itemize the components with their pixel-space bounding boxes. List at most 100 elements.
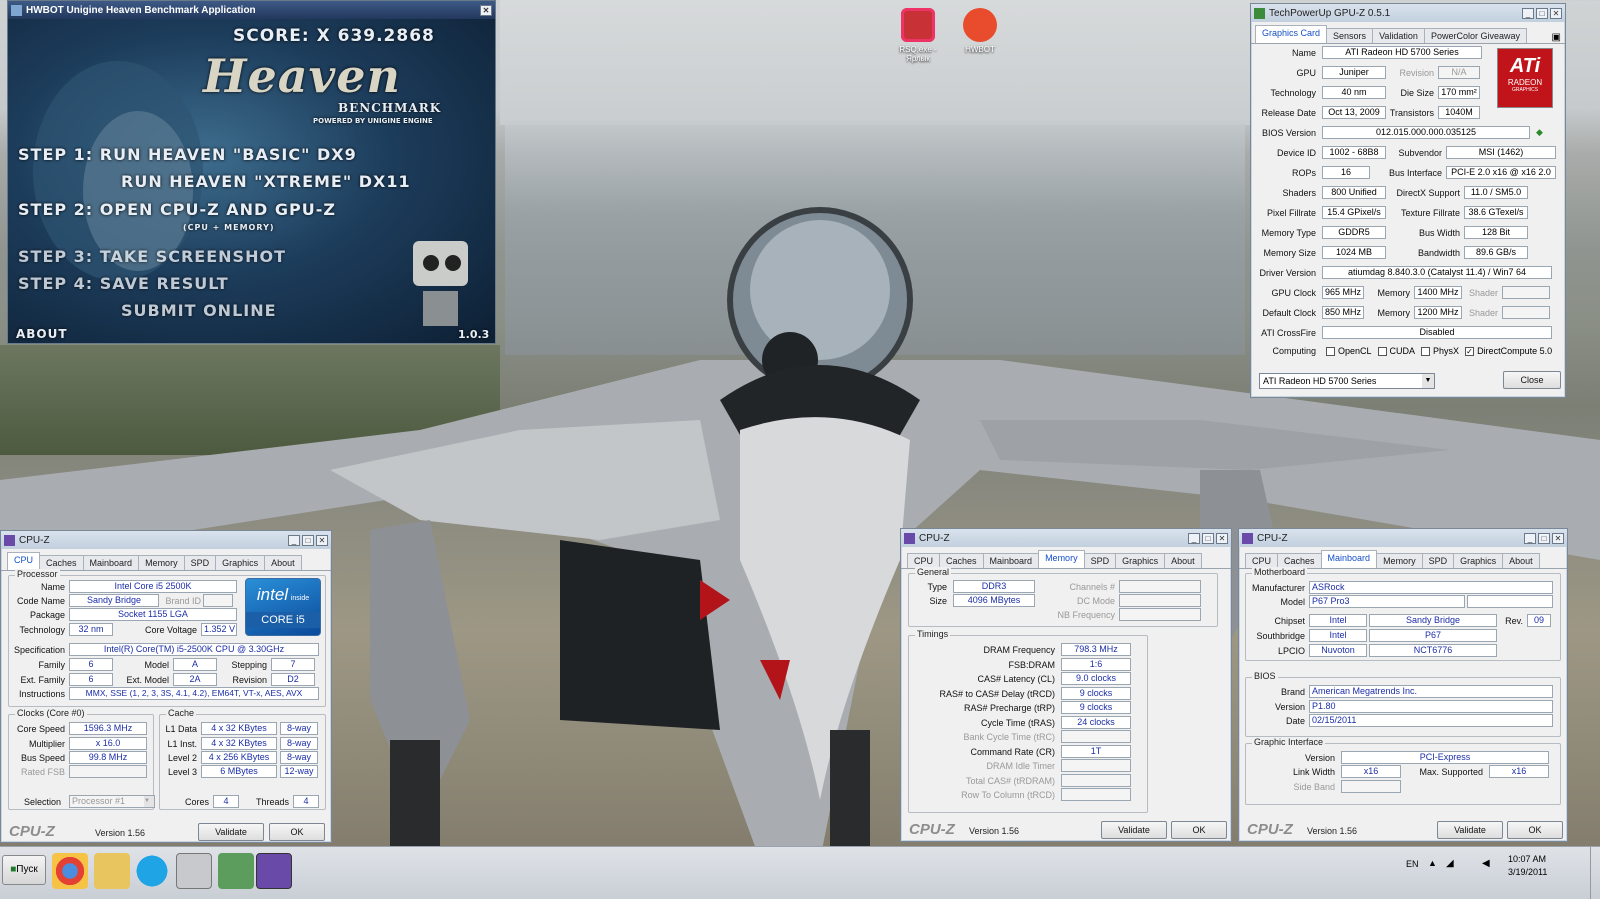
- label-shaders: Shaders: [1282, 187, 1316, 198]
- mem-channels: [1119, 580, 1201, 593]
- close-icon[interactable]: ✕: [1550, 7, 1562, 19]
- step1-basic[interactable]: STEP 1: RUN HEAVEN "BASIC" DX9: [18, 145, 357, 164]
- close-icon[interactable]: ✕: [1216, 532, 1228, 544]
- cuda-checkbox[interactable]: [1377, 346, 1387, 356]
- tab-memory[interactable]: Memory: [1038, 550, 1085, 568]
- maximize-icon[interactable]: □: [1538, 532, 1550, 544]
- submit-online[interactable]: SUBMIT ONLINE: [121, 301, 277, 320]
- step3-screenshot[interactable]: STEP 3: TAKE SCREENSHOT: [18, 247, 286, 266]
- label-command-rate: Command Rate (CR): [970, 746, 1055, 757]
- close-icon[interactable]: ✕: [480, 4, 492, 16]
- tab-graphics[interactable]: Graphics: [1453, 553, 1504, 568]
- gpu-bandwidth: 89.6 GB/s: [1464, 246, 1528, 259]
- maximize-icon[interactable]: □: [1536, 7, 1548, 19]
- show-desktop-button[interactable]: [1590, 847, 1600, 899]
- label-idle-timer: DRAM Idle Timer: [986, 760, 1055, 771]
- cache-l1-inst-ways: 8-way: [280, 737, 318, 750]
- tab-validation[interactable]: Validation: [1372, 28, 1425, 43]
- clock-date[interactable]: 3/19/2011: [1508, 867, 1547, 877]
- taskbar-heaven[interactable]: [176, 853, 212, 889]
- gpu-directx: 11.0 / SM5.0: [1464, 186, 1528, 199]
- about-link[interactable]: ABOUT: [16, 327, 68, 341]
- tab-mainboard[interactable]: Mainboard: [1320, 550, 1378, 568]
- taskbar-gpuz[interactable]: [218, 853, 254, 889]
- gpu-revision: N/A: [1438, 66, 1480, 79]
- tab-cpu[interactable]: CPU: [907, 553, 941, 568]
- tab-cpu[interactable]: CPU: [1245, 553, 1279, 568]
- close-icon[interactable]: ✕: [1552, 532, 1564, 544]
- gpuz-close-button[interactable]: Close: [1503, 371, 1561, 389]
- tab-spd[interactable]: SPD: [183, 555, 217, 570]
- language-indicator[interactable]: EN: [1406, 859, 1419, 869]
- tab-spd[interactable]: SPD: [1421, 553, 1455, 568]
- tab-caches[interactable]: Caches: [939, 553, 984, 568]
- validate-button[interactable]: Validate: [1101, 821, 1167, 839]
- cpu-revision: D2: [271, 673, 315, 686]
- camera-icon[interactable]: ▣: [1552, 32, 1561, 43]
- minimize-icon[interactable]: _: [288, 534, 300, 546]
- tab-powercolor[interactable]: PowerColor Giveaway: [1423, 28, 1527, 43]
- tab-graphics-card[interactable]: Graphics Card: [1255, 25, 1328, 43]
- ok-button[interactable]: OK: [1171, 821, 1227, 839]
- tab-sensors[interactable]: Sensors: [1326, 28, 1374, 43]
- gpu-release-date: Oct 13, 2009: [1322, 106, 1386, 119]
- physx-checkbox[interactable]: [1421, 346, 1431, 356]
- label-ext-model: Ext. Model: [126, 674, 169, 685]
- mem-trc: [1061, 730, 1131, 743]
- processor-select[interactable]: Processor #1 ▼: [69, 795, 155, 808]
- gpuz-title: TechPowerUp GPU-Z 0.5.1: [1269, 7, 1391, 19]
- desktop-icon-rsq[interactable]: RSQ.exe - Ярлык: [888, 8, 948, 63]
- taskbar-explorer[interactable]: [94, 853, 130, 889]
- gpu-codename: Juniper: [1322, 66, 1386, 79]
- maximize-icon[interactable]: □: [302, 534, 314, 546]
- clock-time[interactable]: 10:07 AM: [1508, 854, 1546, 864]
- mb-southbridge-model: P67: [1369, 629, 1497, 642]
- bios-export-icon[interactable]: ◆: [1536, 127, 1543, 138]
- tab-graphics[interactable]: Graphics: [215, 555, 266, 570]
- tab-caches[interactable]: Caches: [39, 555, 84, 570]
- tab-spd[interactable]: SPD: [1083, 553, 1117, 568]
- close-icon[interactable]: ✕: [316, 534, 328, 546]
- desktop-icon-hwbot[interactable]: HWBOT: [950, 8, 1010, 54]
- validate-button[interactable]: Validate: [1437, 821, 1503, 839]
- tab-mainboard[interactable]: Mainboard: [982, 553, 1040, 568]
- taskbar-chrome[interactable]: [52, 853, 88, 889]
- minimize-icon[interactable]: _: [1524, 532, 1536, 544]
- ok-button[interactable]: OK: [269, 823, 325, 841]
- tab-caches[interactable]: Caches: [1277, 553, 1322, 568]
- tab-about[interactable]: About: [1502, 553, 1540, 568]
- step4-save[interactable]: STEP 4: SAVE RESULT: [18, 274, 229, 293]
- taskbar-skype[interactable]: [134, 853, 170, 889]
- tab-memory[interactable]: Memory: [138, 555, 185, 570]
- cpuz-logo: CPU-Z: [1247, 821, 1293, 838]
- directcompute-checkbox[interactable]: ✓: [1465, 346, 1475, 356]
- step1-xtreme[interactable]: RUN HEAVEN "XTREME" DX11: [121, 172, 411, 191]
- validate-button[interactable]: Validate: [198, 823, 264, 841]
- gpu-subvendor: MSI (1462): [1446, 146, 1556, 159]
- tab-graphics[interactable]: Graphics: [1115, 553, 1166, 568]
- taskbar-cpuz[interactable]: [256, 853, 292, 889]
- maximize-icon[interactable]: □: [1202, 532, 1214, 544]
- mem-command-rate: 1T: [1061, 745, 1131, 758]
- start-button[interactable]: ■Пуск: [2, 855, 46, 885]
- gpu-memory-type: GDDR5: [1322, 226, 1386, 239]
- tab-about[interactable]: About: [264, 555, 302, 570]
- tab-cpu[interactable]: CPU: [7, 552, 41, 570]
- tray-expand-icon[interactable]: ▲: [1428, 858, 1437, 868]
- tab-mainboard[interactable]: Mainboard: [82, 555, 140, 570]
- label-chipset: Chipset: [1274, 615, 1305, 626]
- gpu-select-dropdown[interactable]: ATI Radeon HD 5700 Series ▼: [1259, 373, 1435, 389]
- minimize-icon[interactable]: _: [1522, 7, 1534, 19]
- chevron-down-icon[interactable]: ▼: [1422, 374, 1434, 388]
- chevron-down-icon[interactable]: ▼: [144, 796, 154, 807]
- opencl-checkbox[interactable]: [1326, 346, 1335, 356]
- tab-memory[interactable]: Memory: [1376, 553, 1423, 568]
- label-core-voltage: Core Voltage: [144, 624, 197, 635]
- robot-illustration: [413, 241, 468, 326]
- speaker-icon[interactable]: ◀: [1482, 858, 1490, 869]
- ok-button[interactable]: OK: [1507, 821, 1563, 839]
- minimize-icon[interactable]: _: [1188, 532, 1200, 544]
- tab-about[interactable]: About: [1164, 553, 1202, 568]
- network-icon[interactable]: ◢: [1446, 858, 1454, 869]
- inside-text: inside: [290, 595, 310, 602]
